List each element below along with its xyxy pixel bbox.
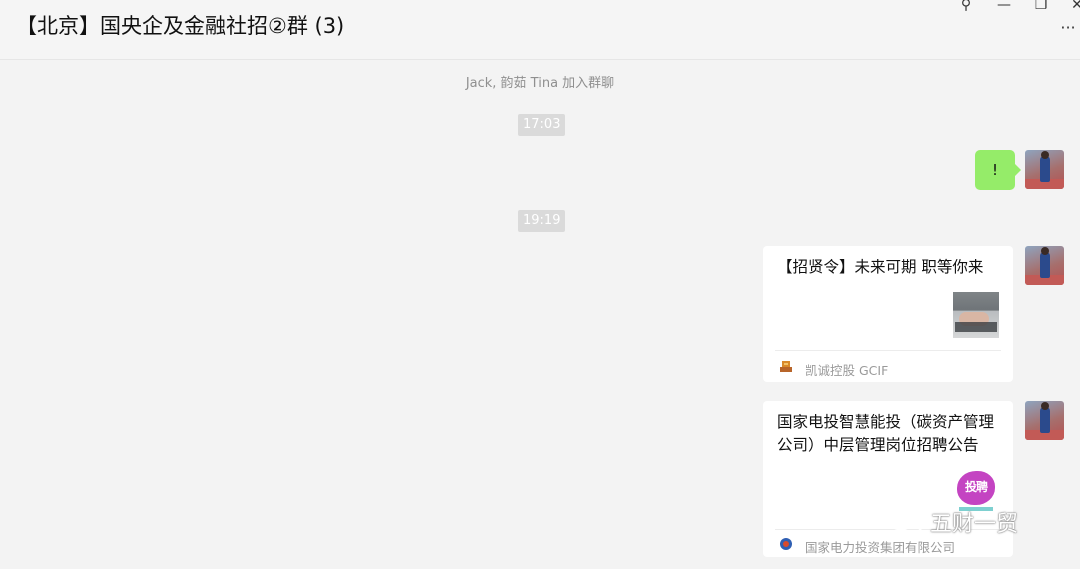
timestamp: 19:19 — [518, 210, 566, 232]
card-thumbnail — [953, 292, 999, 338]
restore-icon: ❐ — [1034, 0, 1048, 13]
source-logo-icon — [780, 538, 792, 550]
restore-button[interactable]: ❐ — [1030, 0, 1052, 16]
pin-button[interactable]: ⚲ — [955, 0, 977, 16]
minimize-button[interactable]: — — [993, 0, 1015, 16]
source-logo-icon — [780, 361, 792, 372]
chat-header: 【北京】国央企及金融社招②群 (3) ⚲ — ❐ ✕ ··· — [0, 0, 1080, 60]
watermark-text: 五财一贸 — [930, 512, 1019, 537]
card-source: 国家电力投资集团有限公司 — [805, 540, 956, 555]
card-title: 国家电投智慧能投（碳资产管理公司）中层管理岗位招聘公告 — [777, 413, 995, 454]
close-icon: ✕ — [1071, 0, 1080, 13]
more-icon: ··· — [1060, 18, 1076, 37]
minimize-icon: — — [997, 0, 1011, 13]
link-card[interactable]: 【招贤令】未来可期 职等你来 凯诚控股 GCIF — [763, 246, 1013, 382]
watermark: 五财一贸 — [888, 506, 1018, 538]
card-source: 凯诚控股 GCIF — [805, 363, 889, 378]
card-title: 【招贤令】未来可期 职等你来 — [777, 258, 984, 276]
avatar[interactable] — [1025, 246, 1064, 285]
close-button[interactable]: ✕ — [1066, 0, 1080, 16]
thumbnail-text: 投聘 — [964, 480, 988, 494]
message-bubble[interactable]: ! — [975, 150, 1021, 190]
system-message: Jack, 韵茹 Tina 加入群聊 — [465, 76, 615, 91]
timestamp: 17:03 — [518, 114, 566, 136]
more-options-button[interactable]: ··· — [1060, 20, 1076, 38]
avatar[interactable] — [1025, 401, 1064, 440]
chat-title: 【北京】国央企及金融社招②群 (3) — [16, 14, 345, 38]
pin-icon: ⚲ — [960, 0, 972, 13]
wechat-logo-icon — [888, 509, 923, 534]
avatar[interactable] — [1025, 150, 1064, 189]
